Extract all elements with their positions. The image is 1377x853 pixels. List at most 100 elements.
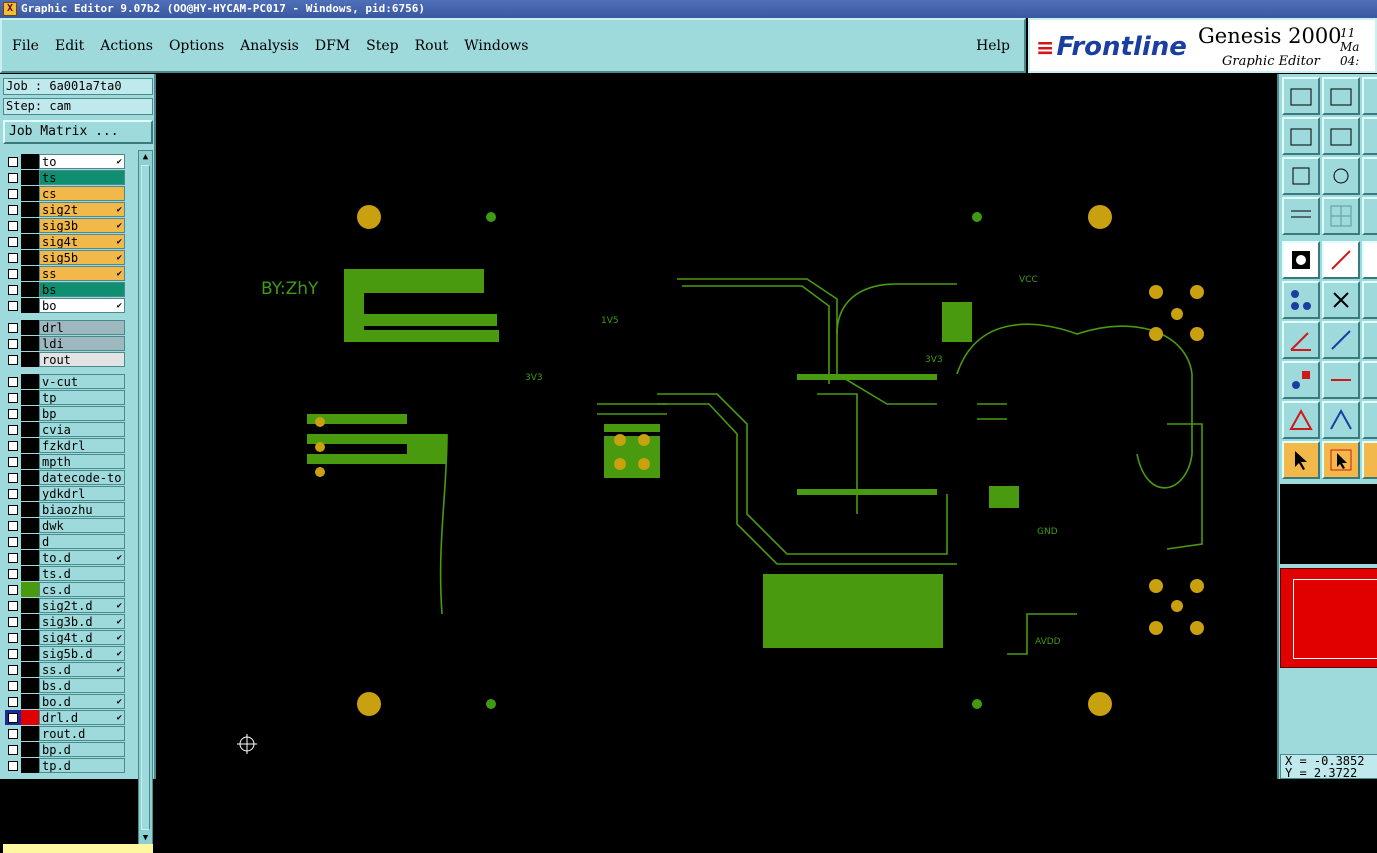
layer-name[interactable]: sig3b.d ✔ (39, 614, 125, 629)
tool-button-23[interactable] (1322, 361, 1360, 399)
menu-help[interactable]: Help (976, 38, 1010, 54)
layer-checkbox[interactable] (5, 406, 21, 421)
graphic-canvas[interactable]: BY:ZhY VCC 1V5 3V3 3V3 GND AVDD (157, 74, 1277, 779)
layer-checkbox[interactable] (5, 694, 21, 709)
tool-button-25[interactable] (1282, 401, 1320, 439)
menu-options[interactable]: Options (169, 38, 224, 54)
layer-name[interactable]: fzkdrl (39, 438, 125, 453)
layer-checkbox[interactable] (5, 598, 21, 613)
layer-row[interactable]: bp.d (5, 742, 125, 757)
layer-name[interactable]: biaozhu (39, 502, 125, 517)
layer-checkbox[interactable] (5, 186, 21, 201)
layer-row[interactable]: cvia (5, 422, 125, 437)
layer-row[interactable]: sig5b ✔ (5, 250, 125, 265)
layer-name[interactable]: sig4t ✔ (39, 234, 125, 249)
layer-row[interactable]: bo ✔ (5, 298, 125, 313)
layer-name[interactable]: ss.d ✔ (39, 662, 125, 677)
layer-checkbox[interactable] (5, 630, 21, 645)
layer-name[interactable]: tp (39, 390, 125, 405)
layer-row[interactable]: sig5b.d ✔ (5, 646, 125, 661)
layer-row[interactable]: dwk (5, 518, 125, 533)
tool-button-9[interactable] (1362, 157, 1377, 195)
layer-checkbox[interactable] (5, 502, 21, 517)
layer-row[interactable]: bs (5, 282, 125, 297)
overview-map[interactable] (1280, 568, 1377, 668)
layer-row[interactable]: tp.d (5, 758, 125, 773)
layer-row[interactable]: sig4t ✔ (5, 234, 125, 249)
layer-row[interactable]: cs.d (5, 582, 125, 597)
layer-checkbox[interactable] (5, 422, 21, 437)
layer-name[interactable]: to.d ✔ (39, 550, 125, 565)
tool-button-22[interactable] (1282, 361, 1320, 399)
tool-button-26[interactable] (1322, 401, 1360, 439)
scroll-down-icon[interactable]: ▼ (139, 832, 152, 844)
layer-row[interactable]: ldi (5, 336, 125, 351)
layer-row[interactable]: biaozhu (5, 502, 125, 517)
layer-row[interactable]: ss ✔ (5, 266, 125, 281)
tool-button-20[interactable] (1322, 321, 1360, 359)
layer-checkbox[interactable] (5, 566, 21, 581)
layer-checkbox[interactable] (5, 218, 21, 233)
layer-checkbox[interactable] (5, 614, 21, 629)
layer-name[interactable]: ts (39, 170, 125, 185)
layer-checkbox[interactable] (5, 534, 21, 549)
tool-button-17[interactable] (1322, 281, 1360, 319)
menu-actions[interactable]: Actions (100, 38, 153, 54)
menu-windows[interactable]: Windows (464, 38, 528, 54)
layer-row[interactable]: sig4t.d ✔ (5, 630, 125, 645)
pcb-drawing[interactable]: BY:ZhY VCC 1V5 3V3 3V3 GND AVDD (157, 74, 1277, 779)
layer-name[interactable]: bs (39, 282, 125, 297)
layer-name[interactable]: to ✔ (39, 154, 125, 169)
layer-name[interactable]: drl.d ✔ (39, 710, 125, 725)
layer-row[interactable]: tp (5, 390, 125, 405)
layer-checkbox[interactable] (5, 320, 21, 335)
layer-checkbox[interactable] (5, 202, 21, 217)
layer-row[interactable]: to ✔ (5, 154, 125, 169)
layer-name[interactable]: d (39, 534, 125, 549)
job-matrix-button[interactable]: Job Matrix ... (3, 120, 153, 144)
layer-row[interactable]: drl (5, 320, 125, 335)
layer-name[interactable]: sig5b ✔ (39, 250, 125, 265)
navigator-view[interactable] (1280, 484, 1377, 564)
layer-row[interactable]: rout.d (5, 726, 125, 741)
tool-button-2[interactable] (1322, 77, 1360, 115)
layer-name[interactable]: bo.d ✔ (39, 694, 125, 709)
layer-row[interactable]: datecode-to (5, 470, 125, 485)
layer-name[interactable]: drl (39, 320, 125, 335)
tool-button-16[interactable] (1282, 281, 1320, 319)
layer-row[interactable]: bs.d (5, 678, 125, 693)
layer-name[interactable]: bp.d (39, 742, 125, 757)
layer-row[interactable]: d (5, 534, 125, 549)
layer-scrollbar[interactable]: ▲ ▼ (138, 150, 153, 845)
scroll-up-icon[interactable]: ▲ (139, 151, 152, 163)
layer-checkbox[interactable] (5, 646, 21, 661)
layer-checkbox[interactable] (5, 582, 21, 597)
layer-row[interactable]: to.d ✔ (5, 550, 125, 565)
layer-row[interactable]: sig2t.d ✔ (5, 598, 125, 613)
tool-button-10[interactable] (1282, 197, 1320, 235)
layer-name[interactable]: cs (39, 186, 125, 201)
tool-button-13[interactable] (1282, 241, 1320, 279)
menu-dfm[interactable]: DFM (315, 38, 350, 54)
layer-row[interactable]: cs (5, 186, 125, 201)
layer-row[interactable]: ydkdrl (5, 486, 125, 501)
tool-button-select[interactable] (1282, 441, 1320, 479)
layer-name[interactable]: cvia (39, 422, 125, 437)
layer-checkbox[interactable] (5, 170, 21, 185)
tool-button-24[interactable] (1362, 361, 1377, 399)
layer-row[interactable]: sig3b ✔ (5, 218, 125, 233)
layer-name[interactable]: bo ✔ (39, 298, 125, 313)
layer-row[interactable]: sig2t ✔ (5, 202, 125, 217)
layer-name[interactable]: sig2t.d ✔ (39, 598, 125, 613)
layer-checkbox[interactable] (5, 550, 21, 565)
layer-name[interactable]: sig3b ✔ (39, 218, 125, 233)
menu-rout[interactable]: Rout (415, 38, 449, 54)
layer-row[interactable]: bp (5, 406, 125, 421)
tool-button-14[interactable] (1322, 241, 1360, 279)
layer-name[interactable]: cs.d (39, 582, 125, 597)
layer-row[interactable]: ts (5, 170, 125, 185)
layer-checkbox[interactable] (5, 726, 21, 741)
menu-analysis[interactable]: Analysis (240, 38, 299, 54)
layer-name[interactable]: sig2t ✔ (39, 202, 125, 217)
layer-name[interactable]: ts.d (39, 566, 125, 581)
